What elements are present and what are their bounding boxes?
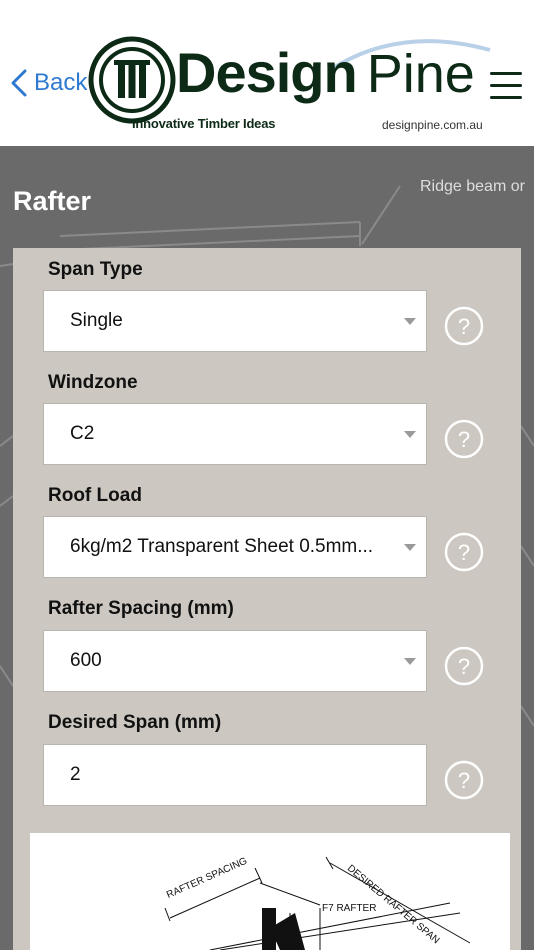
svg-text:?: ? — [458, 314, 470, 339]
span-type-value: Single — [70, 310, 123, 331]
roof-load-select[interactable]: 6kg/m2 Transparent Sheet 0.5mm... — [43, 516, 427, 578]
rafter-spacing-select[interactable]: 600 — [43, 630, 427, 692]
windzone-value: C2 — [70, 423, 95, 444]
desired-span-label: Desired Span (mm) — [48, 712, 222, 733]
chevron-down-icon — [404, 431, 416, 438]
roof-load-value: 6kg/m2 Transparent Sheet 0.5mm... — [70, 536, 374, 557]
menu-icon[interactable] — [490, 70, 524, 102]
chevron-down-icon — [404, 544, 416, 551]
drawing-callout: Ridge beam or — [420, 178, 525, 195]
windzone-select[interactable]: C2 — [43, 403, 427, 465]
windzone-label: Windzone — [48, 372, 138, 393]
logo-mark-icon — [88, 36, 176, 124]
rafter-spacing-value: 600 — [70, 650, 102, 671]
svg-text:?: ? — [458, 654, 470, 679]
rafter-spacing-label: Rafter Spacing (mm) — [48, 598, 234, 619]
desired-span-value: 2 — [70, 764, 81, 785]
back-label: Back — [34, 69, 88, 96]
logo-pine: Pine — [366, 44, 475, 104]
svg-text:?: ? — [458, 768, 470, 793]
website-url: designpine.com.au — [382, 118, 483, 132]
page-title: Rafter — [13, 186, 92, 216]
svg-text:?: ? — [458, 540, 470, 565]
rafter-diagram: RAFTER SPACING F7 RAFTER DESIRED RAFTER … — [30, 833, 510, 950]
f7-rafter-annotation: F7 RAFTER — [322, 903, 377, 914]
help-icon[interactable]: ? — [443, 759, 485, 801]
help-icon[interactable]: ? — [443, 531, 485, 573]
chevron-down-icon — [404, 658, 416, 665]
help-icon[interactable]: ? — [443, 418, 485, 460]
logo-tagline: Innovative Timber Ideas — [132, 116, 276, 131]
chevron-left-icon — [11, 69, 27, 97]
span-type-select[interactable]: Single — [43, 290, 427, 352]
help-icon[interactable]: ? — [443, 305, 485, 347]
span-type-label: Span Type — [48, 259, 143, 280]
help-icon[interactable]: ? — [443, 645, 485, 687]
app-header: Back Design Pine Innovative Timber Ideas… — [0, 0, 534, 146]
back-button[interactable]: Back — [10, 68, 87, 98]
rafter-diagram-drawing — [164, 856, 471, 950]
svg-text:?: ? — [458, 427, 470, 452]
logo-wordmark: Design Pine — [176, 40, 475, 110]
desired-span-input[interactable]: 2 — [43, 744, 427, 806]
logo-design: Design — [176, 41, 358, 104]
roof-load-label: Roof Load — [48, 485, 142, 506]
chevron-down-icon — [404, 318, 416, 325]
